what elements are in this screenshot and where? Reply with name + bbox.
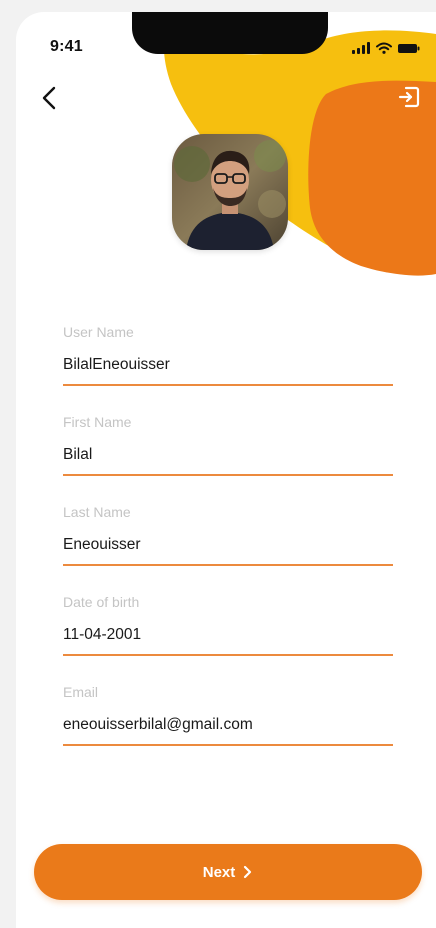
field-label-date-of-birth: Date of birth [63,594,140,610]
last-name-input[interactable] [63,536,393,554]
field-underline [63,744,393,746]
battery-icon [398,44,420,53]
logout-button[interactable] [396,84,422,110]
email-input[interactable] [63,716,393,734]
field-label-email: Email [63,684,99,700]
phone-notch [132,12,328,54]
status-icons [352,40,420,54]
date-of-birth-input[interactable] [63,626,393,644]
field-user-name: User Name [63,320,393,410]
user-name-input[interactable] [63,356,393,374]
avatar[interactable] [172,134,288,250]
field-label-first-name: First Name [63,414,132,430]
profile-photo [172,134,288,250]
next-button-label: Next [202,863,236,881]
signal-icon [352,42,370,54]
field-email: Email [63,680,393,770]
profile-screen: 9:41 User Name BilalEneouisser First Nam… [16,12,436,928]
status-time: 9:41 [50,38,83,55]
field-underline [63,654,393,656]
field-underline [63,384,393,386]
field-date-of-birth: Date of birth [63,590,393,680]
wifi-icon [376,42,392,54]
field-first-name: First Name [63,410,393,500]
chevron-left-icon [42,86,56,110]
chevron-right-icon [244,865,252,879]
back-button[interactable] [36,84,64,112]
first-name-input[interactable] [63,446,393,464]
field-last-name: Last Name [63,500,393,590]
next-button[interactable]: Next [34,844,422,900]
field-label-last-name: Last Name [63,504,131,520]
field-underline [63,564,393,566]
field-label-user-name: User Name [63,324,134,340]
logout-icon [398,86,420,108]
profile-form: User Name First Name Last Name Date of b… [63,320,393,770]
field-underline [63,474,393,476]
